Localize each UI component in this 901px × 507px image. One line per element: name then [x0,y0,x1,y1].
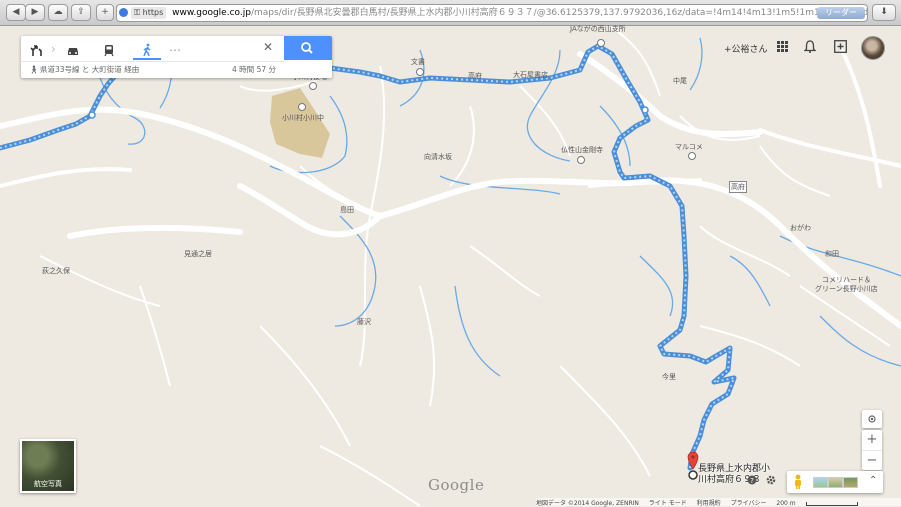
place-label: マルコメ [675,143,703,151]
expand-icon[interactable]: ⌃ [869,475,877,486]
https-badge: ⚿ https [131,7,167,19]
route-duration: 4 時間 57 分 [232,65,276,74]
place-label: 中尾 [673,77,687,85]
search-button[interactable] [284,36,332,60]
street-view-bar: ⌃ [787,471,883,493]
address-bar[interactable]: ⚿ https www.google.co.jp/maps/dir/長野県北安曇… [116,4,868,22]
poi-icon [597,39,605,47]
back-button[interactable]: ◀ [6,4,26,21]
pegman-icon[interactable] [793,474,803,490]
zoom-out-button[interactable]: − [862,451,882,470]
more-modes-button[interactable]: … [169,40,181,54]
scale-line [805,501,858,506]
route-summary[interactable]: 🚶︎ 県道33号線 と 大町街道 経由 4 時間 57 分 [21,61,284,79]
globe-icon [119,8,128,17]
help-icon[interactable]: ? [747,475,757,485]
svg-text:?: ? [750,477,754,485]
route-via: 県道33号線 と 大町街道 経由 [40,65,140,74]
share-button[interactable]: ⇪ [71,4,91,21]
poi-icon [577,156,585,164]
avatar[interactable] [861,36,885,60]
apps-icon[interactable] [777,41,788,52]
photo-thumb[interactable] [813,477,828,488]
download-button[interactable]: ⬇ [872,4,896,21]
place-label: 大石屋書店 [513,71,548,79]
drive-mode-button[interactable] [61,40,85,60]
browser-toolbar: ◀ ▶ ☁ ⇪ + ⚿ https www.google.co.jp/maps/… [0,0,901,26]
compass-icon [868,415,876,423]
my-location-button[interactable] [862,410,882,428]
place-label: 島田 [340,206,354,214]
place-label: 小川村小川中 [282,114,324,122]
share-icon: ⇪ [77,7,85,17]
place-label: JAながの西山支所 [570,25,626,33]
cloud-icon: ☁ [53,7,63,17]
bell-icon[interactable] [804,40,816,53]
place-label: 藤沢 [357,318,371,326]
place-label: グリーン長野小川店 [815,285,878,293]
user-name-link[interactable]: +公裕さん [724,42,768,55]
place-label: 向清水坂 [424,153,452,161]
map-canvas[interactable] [0,26,901,506]
back-icon: ◀ [12,7,20,17]
walk-icon: 🚶︎ [29,65,39,74]
download-icon: ⬇ [880,7,888,17]
walk-mode-button[interactable] [133,40,161,60]
zoom-in-button[interactable]: + [862,430,882,451]
gear-icon[interactable] [765,474,777,486]
satellite-label: 航空写真 [34,480,62,488]
place-label: 今里 [662,373,676,381]
place-label: 和田 [825,250,839,258]
place-label: 見通之居 [184,250,212,258]
car-icon [68,48,78,55]
url-text: www.google.co.jp/maps/dir/長野県北安曇郡白馬村/長野県… [172,8,868,18]
lock-icon: ⚿ [134,8,141,17]
forward-button[interactable]: ▶ [25,4,45,21]
satellite-toggle[interactable]: 航空写真 [20,439,76,493]
directions-mode-button[interactable] [25,40,49,60]
place-label: 高府 [729,181,747,193]
place-label: 高府 [468,72,482,80]
new-tab-button[interactable]: + [96,4,114,21]
place-label: 仏性山金剛寺 [561,146,603,154]
chevron-right-icon: › [51,42,56,56]
forward-icon: ▶ [31,7,39,17]
poi-icon [688,152,696,160]
photo-thumb[interactable] [828,477,843,488]
destination-label[interactable]: 長野県上水内郡小 川村高府６９３ [698,464,770,486]
transit-mode-button[interactable] [97,40,121,60]
walk-icon [143,43,151,57]
destination-dot [688,470,698,480]
icloud-tabs-button[interactable]: ☁ [48,4,68,21]
add-tab-icon: + [101,7,109,17]
plus-icon[interactable] [834,40,847,53]
poi-icon [309,82,317,90]
transit-icon [104,45,114,57]
google-logo: Google [428,476,485,494]
zoom-control: + − [862,430,882,470]
photo-thumb[interactable] [843,477,858,488]
directions-panel: › … ✕ 🚶︎ 県道33号線 と 大町街道 経由 4 時間 57 分 [21,36,332,78]
reader-button[interactable]: リーダー [817,7,865,19]
route-waypoint [88,111,96,119]
map-footer: 地図データ ©2014 Google, ZENRIN ライト モード 利用規約 … [536,498,901,507]
poi-icon [416,68,424,76]
route-waypoint [641,106,649,114]
directions-icon [30,45,42,56]
place-label: おがわ [790,224,811,232]
poi-icon [298,103,306,111]
close-directions-button[interactable]: ✕ [263,40,273,54]
place-label: 荻之久保 [42,267,70,275]
place-label: 文書 [411,58,425,66]
search-icon [301,42,313,54]
